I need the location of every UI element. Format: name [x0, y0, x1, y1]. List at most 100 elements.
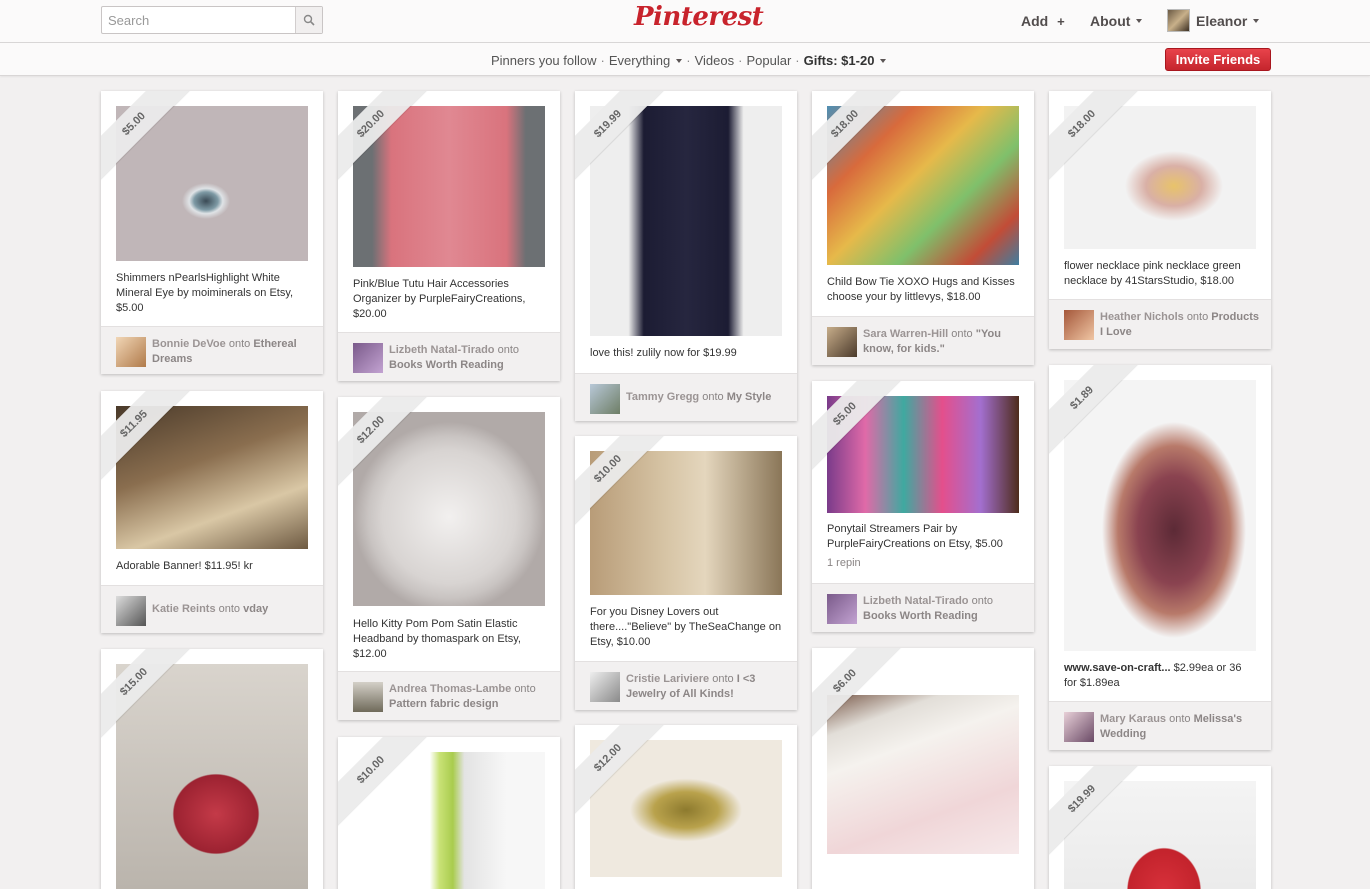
- pin-card[interactable]: $5.00 Shimmers nPearlsHighlight White Mi…: [101, 91, 323, 374]
- pin-card[interactable]: $15.00: [101, 649, 323, 889]
- board-name[interactable]: My Style: [727, 391, 772, 403]
- onto-label: onto: [712, 673, 734, 685]
- board-name[interactable]: vday: [243, 603, 268, 615]
- pinner-avatar[interactable]: [116, 596, 146, 626]
- pin-attribution: Tammy Gregg onto My Style: [575, 373, 797, 421]
- nav-popular[interactable]: Popular: [746, 53, 791, 68]
- pin-card[interactable]: $19.99 love this! zulily now for $19.99 …: [575, 91, 797, 421]
- pinterest-logo[interactable]: Pinterest: [634, 2, 764, 38]
- pin-image[interactable]: [1064, 380, 1256, 651]
- pin-description: For you Disney Lovers out there...."Beli…: [590, 606, 782, 648]
- pin-description: Adorable Banner! $11.95! kr: [116, 560, 253, 572]
- pinner-name[interactable]: Mary Karaus: [1100, 713, 1166, 725]
- pin-description: Child Bow Tie XOXO Hugs and Kisses choos…: [827, 276, 1015, 303]
- board-name[interactable]: Pattern fabric design: [389, 698, 498, 710]
- pin-attribution: Andrea Thomas-Lambe onto Pattern fabric …: [338, 671, 560, 720]
- pinner-name[interactable]: Sara Warren-Hill: [863, 328, 948, 340]
- pin-source[interactable]: www.save-on-craft...: [1064, 662, 1171, 674]
- pinner-avatar[interactable]: [1064, 310, 1094, 340]
- pin-attribution: Cristie Lariviere onto I <3 Jewelry of A…: [575, 661, 797, 710]
- pinner-name[interactable]: Bonnie DeVoe: [152, 338, 226, 350]
- pin-card[interactable]: $5.00 Ponytail Streamers Pair by PurpleF…: [812, 381, 1034, 632]
- pin-card[interactable]: $18.00 Child Bow Tie XOXO Hugs and Kisse…: [812, 91, 1034, 365]
- pin-description: Pink/Blue Tutu Hair Accessories Organize…: [353, 278, 526, 320]
- nav-everything[interactable]: Everything: [609, 53, 670, 68]
- pinner-name[interactable]: Cristie Lariviere: [626, 673, 709, 685]
- pinner-name[interactable]: Andrea Thomas-Lambe: [389, 683, 511, 695]
- pin-card[interactable]: $20.00 Pink/Blue Tutu Hair Accessories O…: [338, 91, 560, 381]
- chevron-down-icon[interactable]: [880, 58, 887, 63]
- about-label: About: [1090, 13, 1131, 29]
- top-bar: Pinterest Add + About Eleanor: [0, 0, 1370, 43]
- onto-label: onto: [1186, 311, 1209, 323]
- pinner-name[interactable]: Katie Reints: [152, 603, 216, 615]
- pin-description: flower necklace pink necklace green neck…: [1064, 260, 1241, 287]
- pin-attribution: Mary Karaus onto Melissa's Wedding: [1049, 701, 1271, 750]
- pinner-name[interactable]: Lizbeth Natal-Tirado: [389, 344, 495, 356]
- pin-description: Ponytail Streamers Pair by PurpleFairyCr…: [827, 523, 1003, 550]
- pin-attribution: Lizbeth Natal-Tirado onto Books Worth Re…: [338, 332, 560, 381]
- invite-friends-button[interactable]: Invite Friends: [1165, 48, 1271, 71]
- nav-gifts[interactable]: Gifts: $1-20: [804, 53, 875, 68]
- nav-videos[interactable]: Videos: [695, 53, 735, 68]
- pin-image[interactable]: [590, 106, 782, 336]
- category-nav: Pinners you follow · Everything · Videos · Pop…: [491, 53, 887, 68]
- search-input[interactable]: [102, 7, 296, 33]
- search-button[interactable]: [295, 7, 322, 33]
- pin-attribution: Katie Reints onto vday: [101, 585, 323, 633]
- pinner-avatar[interactable]: [353, 343, 383, 373]
- pinner-avatar[interactable]: [827, 327, 857, 357]
- add-menu[interactable]: Add +: [1021, 13, 1065, 29]
- pin-attribution: Sara Warren-Hill onto "You know, for kid…: [812, 316, 1034, 365]
- pin-image[interactable]: [353, 412, 545, 606]
- pin-card[interactable]: $12.00: [575, 725, 797, 889]
- pin-card[interactable]: $18.00 flower necklace pink necklace gre…: [1049, 91, 1271, 349]
- pinner-name[interactable]: Heather Nichols: [1100, 311, 1184, 323]
- nav-separator: ·: [600, 53, 605, 68]
- pin-card[interactable]: $1.89 www.save-on-craft... $2.99ea or 36…: [1049, 365, 1271, 750]
- pinner-name[interactable]: Tammy Gregg: [626, 391, 699, 403]
- onto-label: onto: [971, 595, 994, 607]
- onto-label: onto: [1169, 713, 1191, 725]
- pinner-avatar[interactable]: [1064, 712, 1094, 742]
- onto-label: onto: [702, 391, 724, 403]
- pin-card[interactable]: $10.00: [338, 737, 560, 889]
- nav-pinners-you-follow[interactable]: Pinners you follow: [491, 53, 597, 68]
- pin-description: Shimmers nPearlsHighlight White Mineral …: [116, 272, 294, 314]
- pin-attribution: Heather Nichols onto Products I Love: [1049, 299, 1271, 349]
- pinner-avatar[interactable]: [827, 594, 857, 624]
- pin-image[interactable]: [116, 664, 308, 889]
- pin-attribution: Bonnie DeVoe onto Ethereal Dreams: [101, 326, 323, 374]
- nav-separator: ·: [795, 53, 800, 68]
- board-name[interactable]: Books Worth Reading: [389, 359, 504, 371]
- add-label: Add: [1021, 13, 1049, 29]
- about-menu[interactable]: About: [1090, 13, 1143, 29]
- pin-image[interactable]: [827, 695, 1019, 854]
- chevron-down-icon[interactable]: [676, 58, 683, 63]
- pin-description: www.save-on-craft... $2.99ea or 36 for $…: [1064, 661, 1256, 691]
- search-box: [101, 6, 323, 34]
- pin-card[interactable]: $10.00 For you Disney Lovers out there..…: [575, 436, 797, 710]
- onto-label: onto: [218, 603, 241, 615]
- pinner-avatar[interactable]: [116, 337, 146, 367]
- pin-card[interactable]: $11.95 Adorable Banner! $11.95! kr Katie…: [101, 391, 323, 633]
- chevron-down-icon: [1136, 19, 1143, 24]
- pin-description: Hello Kitty Pom Pom Satin Elastic Headba…: [353, 618, 521, 660]
- pin-card[interactable]: $12.00 Hello Kitty Pom Pom Satin Elastic…: [338, 397, 560, 720]
- pinner-avatar[interactable]: [590, 384, 620, 414]
- chevron-down-icon: [1253, 19, 1260, 24]
- plus-icon: +: [1057, 14, 1065, 29]
- pin-card[interactable]: $6.00: [812, 648, 1034, 889]
- board-name[interactable]: Books Worth Reading: [863, 610, 978, 622]
- user-name: Eleanor: [1196, 13, 1248, 29]
- pinner-avatar[interactable]: [353, 682, 383, 712]
- search-icon: [303, 14, 315, 26]
- user-menu[interactable]: Eleanor: [1196, 13, 1260, 29]
- pin-attribution: Lizbeth Natal-Tirado onto Books Worth Re…: [812, 583, 1034, 632]
- onto-label: onto: [228, 338, 251, 350]
- user-avatar[interactable]: [1167, 9, 1190, 32]
- pinner-name[interactable]: Lizbeth Natal-Tirado: [863, 595, 969, 607]
- nav-separator: ·: [738, 53, 743, 68]
- pinner-avatar[interactable]: [590, 672, 620, 702]
- pin-card[interactable]: $19.99: [1049, 766, 1271, 889]
